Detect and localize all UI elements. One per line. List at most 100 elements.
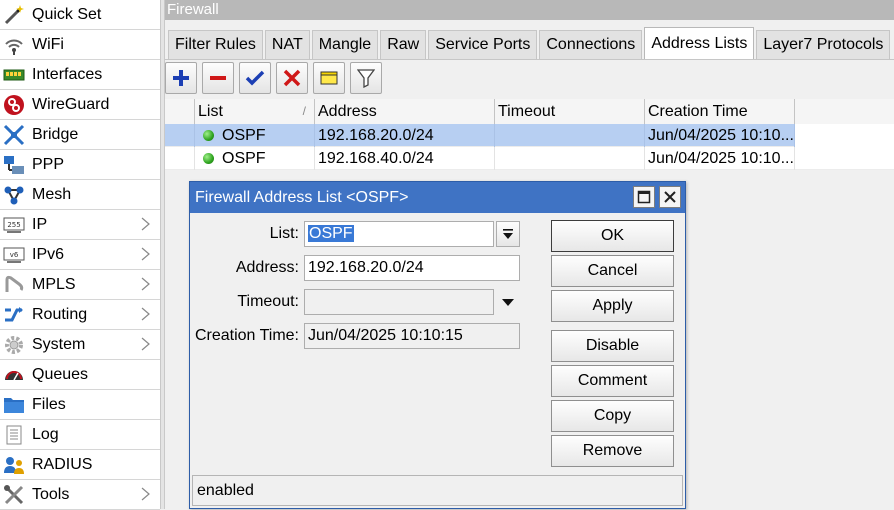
remove-button[interactable]: Remove <box>551 435 674 467</box>
column-select[interactable] <box>165 99 195 124</box>
add-button[interactable] <box>165 62 197 94</box>
sidebar-item-system[interactable]: System <box>0 330 160 360</box>
list-row: List: OSPF <box>190 221 520 247</box>
cell-list-text: OSPF <box>222 127 266 144</box>
sidebar-item-label: IPv6 <box>32 245 65 263</box>
list-dropdown-button[interactable] <box>496 221 520 247</box>
wifi-icon <box>2 33 26 57</box>
tools-icon <box>2 483 26 507</box>
sidebar-menu: Quick Set WiFi Interfaces WireGuard Brid… <box>0 0 161 510</box>
sidebar-item-radius[interactable]: RADIUS <box>0 450 160 480</box>
table-row[interactable]: OSPF 192.168.40.0/24 Jun/04/2025 10:10..… <box>165 147 894 170</box>
dialog-title: Firewall Address List <OSPF> <box>195 188 409 206</box>
sidebar-item-label: MPLS <box>32 275 76 293</box>
creation-time-label: Creation Time: <box>194 327 299 344</box>
disable-button[interactable] <box>276 62 308 94</box>
column-list-label: List <box>198 103 223 120</box>
routing-icon <box>2 303 26 327</box>
comment-icon <box>320 71 338 85</box>
tab-filter-rules[interactable]: Filter Rules <box>168 30 263 59</box>
filter-button[interactable] <box>350 62 382 94</box>
dialog-status-bar: enabled <box>192 475 683 506</box>
cancel-button[interactable]: Cancel <box>551 255 674 287</box>
sidebar-item-label: System <box>32 335 86 353</box>
tab-connections[interactable]: Connections <box>539 30 643 59</box>
sidebar-item-ip[interactable]: 255 IP <box>0 210 160 240</box>
ok-button[interactable]: OK <box>551 220 674 252</box>
folder-icon <box>2 393 26 417</box>
tab-layer7-protocols[interactable]: Layer7 Protocols <box>756 30 891 59</box>
submenu-arrow-icon <box>141 307 150 321</box>
address-list-table: List / Address Timeout Creation Time OSP… <box>165 99 894 170</box>
submenu-arrow-icon <box>141 247 150 261</box>
sidebar-item-files[interactable]: Files <box>0 390 160 420</box>
sidebar-item-tools[interactable]: Tools <box>0 480 160 510</box>
remove-button[interactable] <box>202 62 234 94</box>
sidebar-item-quick-set[interactable]: Quick Set <box>0 0 160 30</box>
sidebar-item-label: Log <box>32 425 59 443</box>
address-input[interactable]: 192.168.20.0/24 <box>304 255 520 281</box>
cell-timeout <box>495 147 645 170</box>
sidebar-item-ipv6[interactable]: v6 IPv6 <box>0 240 160 270</box>
column-address[interactable]: Address <box>315 99 495 124</box>
column-timeout[interactable]: Timeout <box>495 99 645 124</box>
firewall-window-title: Firewall <box>165 0 894 20</box>
cell-address: 192.168.20.0/24 <box>315 124 495 147</box>
sidebar-item-label: Mesh <box>32 185 72 203</box>
disable-button[interactable]: Disable <box>551 330 674 362</box>
cell-creation-time: Jun/04/2025 10:10... <box>645 147 795 170</box>
sidebar-item-interfaces[interactable]: Interfaces <box>0 60 160 90</box>
sidebar-item-ppp[interactable]: PPP <box>0 150 160 180</box>
apply-button[interactable]: Apply <box>551 290 674 322</box>
ipv6-icon: v6 <box>2 243 26 267</box>
sidebar-item-queues[interactable]: Queues <box>0 360 160 390</box>
sidebar-item-wireguard[interactable]: WireGuard <box>0 90 160 120</box>
ip-icon: 255 <box>2 213 26 237</box>
queues-icon <box>2 363 26 387</box>
tab-nat[interactable]: NAT <box>264 30 310 59</box>
sidebar-item-log[interactable]: Log <box>0 420 160 450</box>
tab-raw[interactable]: Raw <box>380 30 427 59</box>
sidebar-item-label: WiFi <box>32 35 64 53</box>
cell-address: 192.168.40.0/24 <box>315 147 495 170</box>
row-spacer <box>795 124 894 147</box>
sidebar-item-wifi[interactable]: WiFi <box>0 30 160 60</box>
submenu-arrow-icon <box>141 487 150 501</box>
sidebar-item-routing[interactable]: Routing <box>0 300 160 330</box>
creation-time-row: Creation Time: Jun/04/2025 10:10:15 <box>190 323 520 349</box>
creation-time-value: Jun/04/2025 10:10:15 <box>304 323 520 349</box>
enable-button[interactable] <box>239 62 271 94</box>
interfaces-icon <box>2 63 26 87</box>
dialog-title-bar[interactable]: Firewall Address List <OSPF> <box>190 182 685 213</box>
comment-button[interactable] <box>313 62 345 94</box>
sort-icon: / <box>302 104 306 118</box>
row-gutter <box>165 147 195 170</box>
svg-text:v6: v6 <box>10 251 19 259</box>
maximize-button[interactable] <box>633 186 655 208</box>
address-row: Address: 192.168.20.0/24 <box>190 255 520 281</box>
cell-list: OSPF <box>195 147 315 170</box>
submenu-arrow-icon <box>141 217 150 231</box>
cell-timeout <box>495 124 645 147</box>
list-label: List: <box>269 225 299 242</box>
close-button[interactable] <box>659 186 681 208</box>
dropdown-arrow-icon <box>502 299 514 306</box>
list-input[interactable]: OSPF <box>304 221 494 247</box>
sidebar-item-label: RADIUS <box>32 455 93 473</box>
timeout-dropdown-button[interactable] <box>496 289 520 315</box>
tab-address-lists[interactable]: Address Lists <box>644 27 755 59</box>
timeout-input[interactable] <box>304 289 494 315</box>
tab-service-ports[interactable]: Service Ports <box>428 30 538 59</box>
column-creation-time[interactable]: Creation Time <box>645 99 795 124</box>
sidebar-item-bridge[interactable]: Bridge <box>0 120 160 150</box>
maximize-icon <box>637 190 651 204</box>
tab-mangle[interactable]: Mangle <box>311 30 379 59</box>
sidebar-item-mesh[interactable]: Mesh <box>0 180 160 210</box>
sidebar-item-mpls[interactable]: MPLS <box>0 270 160 300</box>
comment-button[interactable]: Comment <box>551 365 674 397</box>
column-list[interactable]: List / <box>195 99 315 124</box>
copy-button[interactable]: Copy <box>551 400 674 432</box>
sidebar-item-label: Queues <box>32 365 89 383</box>
sidebar-item-label: PPP <box>32 155 65 173</box>
table-row[interactable]: OSPF 192.168.20.0/24 Jun/04/2025 10:10..… <box>165 124 894 147</box>
